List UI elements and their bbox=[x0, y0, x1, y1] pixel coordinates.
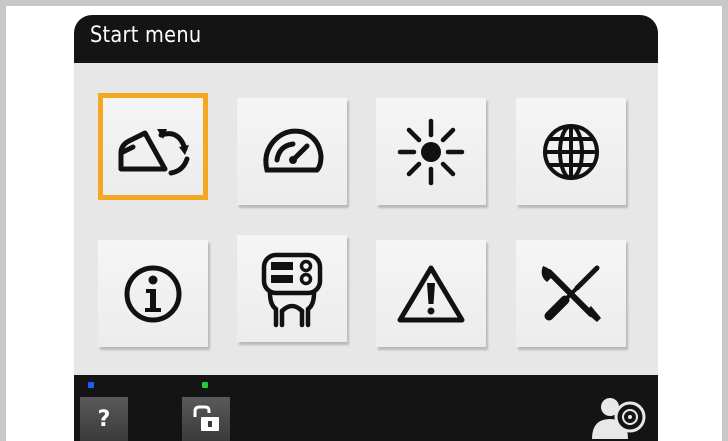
tile-speed[interactable] bbox=[237, 98, 347, 205]
tools-icon bbox=[541, 265, 601, 322]
lock-led bbox=[202, 382, 208, 388]
user-settings-icon bbox=[592, 398, 646, 439]
controller-icon bbox=[261, 252, 323, 327]
title-bar: Start menu bbox=[74, 15, 658, 63]
globe-icon bbox=[543, 123, 599, 180]
brightness-icon bbox=[397, 118, 465, 185]
tile-machine[interactable] bbox=[98, 93, 208, 200]
lock-button[interactable] bbox=[182, 397, 230, 441]
tile-controller[interactable] bbox=[237, 235, 347, 342]
machine-rotate-icon bbox=[118, 128, 190, 175]
warning-icon bbox=[397, 265, 465, 322]
page-title: Start menu bbox=[90, 23, 202, 48]
tile-info[interactable] bbox=[98, 240, 208, 347]
help-label: ? bbox=[97, 406, 111, 432]
bottom-bar: ? bbox=[74, 375, 658, 441]
help-button[interactable]: ? bbox=[80, 397, 128, 441]
info-icon bbox=[124, 265, 182, 322]
tile-brightness[interactable] bbox=[376, 98, 486, 205]
tile-warnings[interactable] bbox=[376, 240, 486, 347]
tile-service[interactable] bbox=[516, 240, 626, 347]
unlock-icon bbox=[193, 405, 219, 431]
display-screen: Start menu ? bbox=[74, 15, 658, 441]
speedometer-icon bbox=[263, 128, 324, 172]
help-led bbox=[88, 382, 94, 388]
user-settings-button[interactable] bbox=[590, 389, 648, 439]
tile-language[interactable] bbox=[516, 98, 626, 205]
